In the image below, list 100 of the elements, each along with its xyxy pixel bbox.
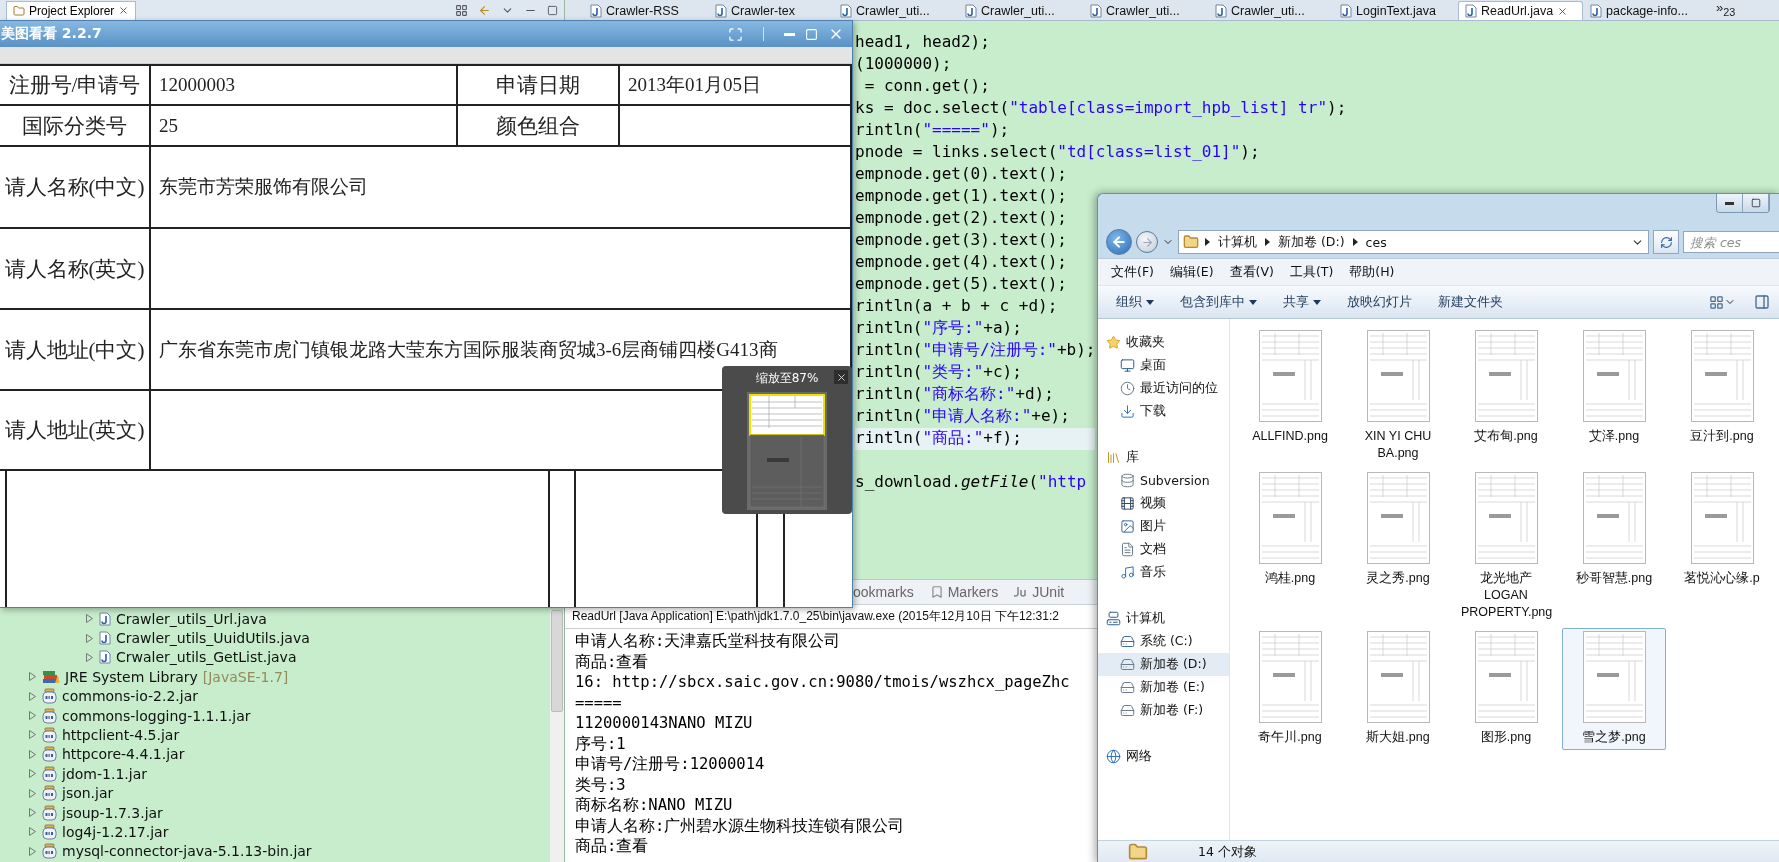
file-item[interactable]: 茗悦沁心缘.p [1670, 469, 1774, 625]
file-item[interactable]: 雪之梦.png [1562, 628, 1666, 750]
toolbar-button[interactable]: 包含到库中 [1174, 291, 1263, 313]
nav-item[interactable]: 视频 [1098, 492, 1229, 515]
file-item[interactable]: 艾泽.png [1562, 327, 1666, 466]
download-icon [1120, 404, 1135, 419]
file-item[interactable]: 灵之秀.png [1346, 469, 1450, 625]
expand-icon[interactable] [28, 672, 37, 682]
view-button[interactable] [1709, 294, 1736, 310]
maximize-button[interactable] [1743, 194, 1769, 212]
view-tab[interactable]: ookmarks [853, 584, 914, 600]
tree-item[interactable]: commons-logging-1.1.1.jar [0, 705, 251, 726]
expand-icon[interactable] [28, 711, 37, 721]
pane-icon [1754, 294, 1770, 310]
nav-item[interactable]: 音乐 [1098, 561, 1229, 584]
expand-icon[interactable] [85, 652, 94, 662]
tree-item[interactable]: httpcore-4.4.1.jar [0, 744, 185, 765]
file-item[interactable]: 艾布甸.png [1454, 327, 1558, 466]
breadcrumb[interactable]: ces [1363, 234, 1389, 250]
nav-item[interactable]: 文档 [1098, 538, 1229, 561]
expand-icon[interactable] [28, 749, 37, 759]
expand-icon[interactable] [28, 827, 37, 837]
editor-tab[interactable]: LoginText.java [1333, 1, 1458, 20]
expand-icon[interactable] [28, 846, 37, 856]
menu-item[interactable]: 帮助(H) [1344, 261, 1400, 283]
tree-item[interactable]: jdom-1.1.jar [0, 764, 147, 784]
file-item[interactable]: 斯大姐.png [1346, 628, 1450, 750]
expand-icon[interactable] [85, 614, 94, 624]
nav-item[interactable]: 新加卷 (E:) [1098, 676, 1229, 699]
tree-item[interactable]: JRE System Library [JavaSE-1.7] [0, 667, 289, 687]
nav-item[interactable]: 网络 [1098, 745, 1229, 768]
nav-item[interactable]: 系统 (C:) [1098, 630, 1229, 653]
more-tabs-button[interactable]: »$_{23}$ [1708, 0, 1736, 20]
file-item[interactable]: ALLFIND.png [1238, 327, 1342, 466]
back-button[interactable] [1106, 229, 1132, 255]
toolbar-button[interactable]: 放映幻灯片 [1341, 291, 1418, 313]
editor-tab[interactable]: Crawler_uti... [958, 1, 1083, 20]
toolbar-button[interactable]: 组织 [1110, 291, 1160, 313]
menu-item[interactable]: 工具(T) [1284, 261, 1339, 283]
file-item[interactable]: 豆汁到.png [1670, 327, 1774, 466]
file-item[interactable]: 秒哥智慧.png [1562, 469, 1666, 625]
maximize-icon[interactable] [547, 4, 558, 16]
view-tab[interactable]: JUnit [1014, 584, 1065, 600]
expand-icon[interactable] [28, 808, 37, 817]
tree-item[interactable]: httpclient-4.5.jar [0, 725, 180, 745]
forward-button[interactable] [1136, 231, 1158, 253]
toolbar-button[interactable]: 新建文件夹 [1432, 291, 1509, 313]
nav-item[interactable]: Subversion [1098, 469, 1229, 492]
tree-item[interactable]: jsoup-1.7.3.jar [0, 802, 163, 823]
refresh-button[interactable] [1653, 230, 1679, 254]
view-tab[interactable]: Project Explorer [6, 0, 137, 20]
nav-item[interactable]: 下载 [1098, 400, 1229, 423]
nav-item[interactable]: 桌面 [1098, 354, 1229, 377]
expand-icon[interactable] [28, 788, 37, 798]
breadcrumb[interactable]: 计算机 [1216, 233, 1259, 251]
editor-tab[interactable]: Crawler-RSS [583, 1, 708, 20]
arrow-right-icon [1140, 235, 1154, 249]
address-field[interactable]: 计算机 新加卷 (D:) ces [1178, 230, 1649, 254]
file-item[interactable]: 鸿桂.png [1238, 469, 1342, 625]
expand-icon[interactable] [28, 730, 37, 740]
editor-tab[interactable]: Crawler_uti... [833, 1, 958, 20]
expand-icon[interactable] [28, 769, 37, 779]
view-tab[interactable]: Markers [929, 584, 999, 600]
file-item[interactable]: 奇午川.png [1238, 628, 1342, 750]
expand-icon[interactable] [85, 633, 94, 643]
nav-item[interactable]: 计算机 [1098, 607, 1229, 630]
editor-tab[interactable]: Crawler_uti... [1083, 1, 1208, 20]
expand-icon[interactable] [28, 691, 37, 701]
tree-item[interactable]: Crawler_utils_UuidUtils.java [57, 628, 310, 648]
nav-item[interactable]: 新加卷 (D:) [1098, 653, 1229, 676]
close-icon[interactable] [118, 5, 130, 16]
nav-item[interactable]: 收藏夹 [1098, 331, 1229, 354]
editor-tab[interactable]: package-info... [1583, 1, 1708, 20]
toolbar-button[interactable]: 共享 [1277, 291, 1327, 313]
tree-item[interactable]: Crwaler_utils_GetList.java [57, 647, 297, 668]
scrollbar[interactable] [549, 610, 564, 862]
file-item[interactable]: 图形.png [1454, 628, 1558, 750]
file-item[interactable]: XIN YI CHU BA.png [1346, 327, 1450, 466]
editor-tab[interactable]: Crawler-tex [708, 1, 833, 20]
close-icon[interactable] [1557, 5, 1569, 17]
menu-item[interactable]: 编辑(E) [1164, 261, 1219, 283]
tree-item[interactable]: log4j-1.2.17.jar [0, 822, 169, 842]
breadcrumb[interactable]: 新加卷 (D:) [1276, 233, 1347, 251]
file-item[interactable]: 龙光地产 LOGAN PROPERTY.png [1454, 469, 1558, 625]
nav-item[interactable]: 新加卷 (F:) [1098, 699, 1229, 722]
nav-item[interactable]: 图片 [1098, 515, 1229, 538]
tree-item[interactable]: Crawler_utils_Url.java [57, 608, 267, 629]
editor-tab[interactable]: Crawler_uti... [1208, 1, 1333, 20]
nav-item[interactable]: 库 [1098, 446, 1229, 469]
tree-item[interactable]: mysql-connector-java-5.1.13-bin.jar [0, 841, 312, 861]
nav-item[interactable]: 最近访问的位 [1098, 377, 1229, 400]
menu-item[interactable]: 文件(F) [1106, 261, 1159, 283]
tree-item[interactable]: commons-io-2.2.jar [0, 686, 199, 706]
minimize-button[interactable] [1717, 194, 1743, 212]
preview-pane-button[interactable] [1754, 294, 1770, 310]
tree-item[interactable]: json.jar [0, 783, 114, 803]
search-field[interactable]: 搜索 ces [1683, 231, 1779, 253]
editor-tab[interactable]: ReadUrl.java [1458, 1, 1583, 20]
close-button[interactable] [834, 370, 848, 384]
menu-item[interactable]: 查看(V) [1224, 261, 1279, 283]
